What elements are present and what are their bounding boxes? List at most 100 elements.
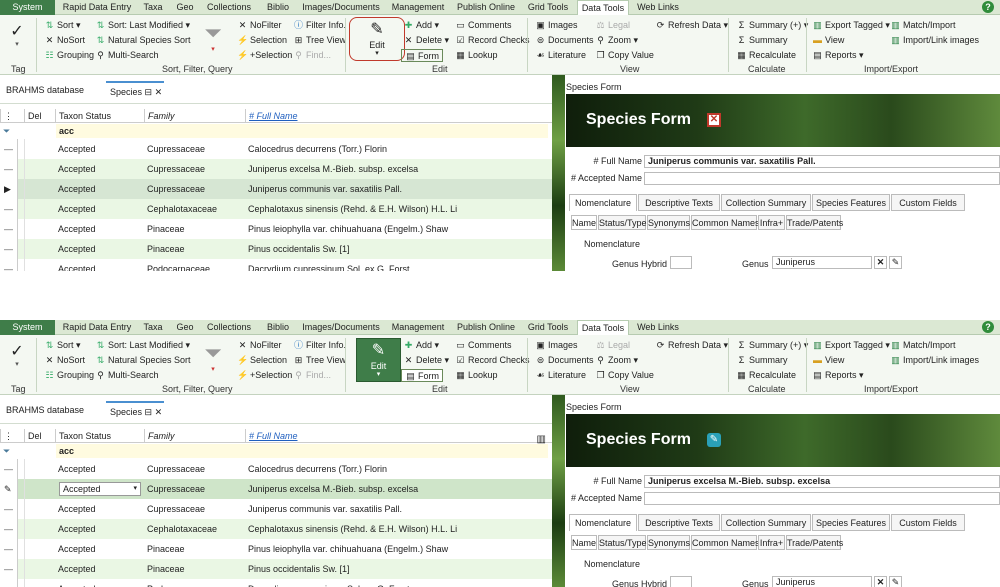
match-import-button[interactable]: ▥ Match/Import bbox=[890, 19, 955, 32]
del-cell[interactable] bbox=[24, 139, 55, 159]
close-icon[interactable]: ✕ bbox=[155, 407, 163, 417]
row-selector[interactable]: — bbox=[0, 139, 18, 159]
find-button[interactable]: ⚲ Find... bbox=[293, 369, 331, 382]
tab-brahms-database[interactable]: BRAHMS database bbox=[6, 81, 84, 99]
del-cell[interactable] bbox=[24, 579, 55, 587]
form-tab-collection-summary[interactable]: Collection Summary bbox=[721, 194, 811, 211]
form-button[interactable]: ▤ Form bbox=[401, 369, 443, 382]
taxon-status-cell[interactable]: Accepted bbox=[55, 139, 144, 159]
tab-grid-tools[interactable]: Grid Tools bbox=[524, 0, 572, 15]
family-cell[interactable]: Cupressaceae bbox=[144, 159, 245, 179]
table-row[interactable]: ▶ Accepted Cupressaceae Juniperus communis … bbox=[0, 179, 552, 199]
row-selector[interactable]: — bbox=[0, 219, 18, 239]
header-taxon-status[interactable]: Taxon Status bbox=[55, 429, 144, 443]
tab-publish-online[interactable]: Publish Online bbox=[454, 320, 518, 335]
table-row[interactable]: — Accepted Cupressaceae Juniperus excelsa M… bbox=[0, 159, 552, 179]
form-subtab-status-type[interactable]: Status/Type bbox=[598, 535, 647, 550]
del-cell[interactable] bbox=[24, 559, 55, 579]
tab-management[interactable]: Management bbox=[388, 320, 448, 335]
literature-button[interactable]: ☙ Literature bbox=[535, 369, 586, 382]
genus-field[interactable]: Juniperus bbox=[772, 576, 872, 587]
nofilter-button[interactable]: ✕ NoFilter bbox=[237, 19, 282, 32]
tab-taxa[interactable]: Taxa bbox=[138, 320, 168, 335]
view-button[interactable]: ▬ View bbox=[812, 34, 844, 47]
form-tab-species-features[interactable]: Species Features bbox=[812, 194, 890, 211]
comments-button[interactable]: ▭ Comments bbox=[455, 339, 511, 352]
chevron-down-icon[interactable]: ▾ bbox=[133, 483, 137, 495]
tab-rapid-data-entry[interactable]: Rapid Data Entry bbox=[62, 320, 132, 335]
tab-system[interactable]: System bbox=[0, 320, 55, 335]
family-cell[interactable]: Cupressaceae bbox=[144, 479, 245, 499]
table-row[interactable]: — AcceptedPodocarpaceaeDacrydium cupressi… bbox=[0, 579, 552, 587]
taxon-status-cell[interactable]: Accepted bbox=[55, 459, 144, 479]
taxon-status-cell[interactable]: Accepted bbox=[55, 159, 144, 179]
tab-images-documents[interactable]: Images/Documents bbox=[300, 320, 382, 335]
taxon-status-cell[interactable]: Accepted bbox=[55, 239, 144, 259]
full-name-cell[interactable]: Pinus occidentalis Sw. [1] bbox=[245, 239, 550, 259]
taxon-status-cell[interactable]: Accepted ▾ bbox=[55, 479, 144, 499]
nosort-button[interactable]: ✕ NoSort bbox=[44, 34, 85, 47]
grouping-button[interactable]: ☷ Grouping bbox=[44, 49, 94, 62]
form-subtab-infra-[interactable]: Infra+ bbox=[758, 535, 785, 550]
full-name-cell[interactable]: Pinus occidentalis Sw. [1] bbox=[245, 559, 550, 579]
lookup-button[interactable]: ▦ Lookup bbox=[455, 49, 497, 62]
table-row[interactable]: — Accepted Cupressaceae Calocedrus decurren… bbox=[0, 139, 552, 159]
tab-brahms-database[interactable]: BRAHMS database bbox=[6, 401, 84, 419]
sort-button[interactable]: ⇅ Sort ▾ bbox=[44, 19, 81, 32]
header-family[interactable]: Family bbox=[144, 109, 245, 123]
multi-search-button[interactable]: ⚲ Multi-Search bbox=[95, 369, 158, 382]
import-link-images-button[interactable]: ▥ Import/Link images bbox=[890, 34, 979, 47]
export-tagged-button[interactable]: ▥ Export Tagged ▾ bbox=[812, 19, 890, 32]
edit-button[interactable]: ✎ Edit ▾ bbox=[349, 17, 405, 61]
taxon-status-cell[interactable]: Accepted bbox=[55, 559, 144, 579]
del-cell[interactable] bbox=[24, 519, 55, 539]
form-subtab-synonyms[interactable]: Synonyms bbox=[647, 535, 690, 550]
add-button[interactable]: ✚ Add ▾ bbox=[403, 339, 439, 352]
family-cell[interactable]: Podocarpaceae bbox=[144, 259, 245, 271]
tab-taxa[interactable]: Taxa bbox=[138, 0, 168, 15]
summary-button[interactable]: Σ Summary bbox=[736, 34, 788, 47]
full-name-cell[interactable]: Dacrydium cupressinum Sol. ex G. Forst. bbox=[245, 259, 550, 271]
edit-genus-icon[interactable]: ✎ bbox=[889, 256, 902, 269]
tab-rapid-data-entry[interactable]: Rapid Data Entry bbox=[62, 0, 132, 15]
tab-system[interactable]: System bbox=[0, 0, 55, 15]
full-name-field[interactable]: Juniperus excelsa M.-Bieb. subsp. excels… bbox=[644, 475, 1000, 488]
status-filter-input[interactable]: acc bbox=[56, 444, 548, 458]
table-row[interactable]: — Accepted Pinaceae Pinus leiophylla var. c… bbox=[0, 539, 552, 559]
match-import-button[interactable]: ▥ Match/Import bbox=[890, 339, 955, 352]
del-cell[interactable] bbox=[24, 239, 55, 259]
row-selector[interactable]: — bbox=[0, 559, 18, 579]
form-button[interactable]: ▤ Form bbox=[401, 49, 443, 62]
tab-collections[interactable]: Collections bbox=[203, 0, 255, 15]
del-cell[interactable] bbox=[24, 199, 55, 219]
family-cell[interactable]: Pinaceae bbox=[144, 559, 245, 579]
documents-button[interactable]: ⊜ Documents bbox=[535, 354, 594, 367]
refresh-data-button[interactable]: ⟳ Refresh Data ▾ bbox=[655, 339, 728, 352]
header-family[interactable]: Family bbox=[144, 429, 245, 443]
row-selector[interactable]: — bbox=[0, 539, 18, 559]
tab-images-documents[interactable]: Images/Documents bbox=[300, 0, 382, 15]
family-cell[interactable]: Cupressaceae bbox=[144, 459, 245, 479]
family-cell[interactable]: Cupressaceae bbox=[144, 499, 245, 519]
full-name-cell[interactable]: Cephalotaxus sinensis (Rehd. & E.H. Wils… bbox=[245, 199, 550, 219]
form-subtab-common-names[interactable]: Common Names bbox=[691, 215, 760, 230]
tab-species[interactable]: Species ⊟ ✕ bbox=[106, 401, 164, 419]
tab-biblio[interactable]: Biblio bbox=[262, 320, 294, 335]
legal-button[interactable]: ⚖ Legal bbox=[595, 19, 630, 32]
copy-value-button[interactable]: ❐ Copy Value bbox=[595, 369, 653, 382]
help-icon[interactable]: ? bbox=[982, 1, 994, 13]
filter-button[interactable]: ⏷ ▾ bbox=[200, 21, 226, 54]
sort-last-modified-button[interactable]: ⇅ Sort: Last Modified ▾ bbox=[95, 339, 190, 352]
tab-management[interactable]: Management bbox=[388, 0, 448, 15]
literature-button[interactable]: ☙ Literature bbox=[535, 49, 586, 62]
taxon-status-cell[interactable]: Accepted bbox=[55, 579, 144, 587]
form-tab-nomenclature[interactable]: Nomenclature bbox=[569, 194, 637, 211]
form-subtab-trade-patents[interactable]: Trade/Patents bbox=[786, 215, 843, 230]
accepted-name-field[interactable] bbox=[644, 172, 1000, 185]
full-name-cell[interactable]: Cephalotaxus sinensis (Rehd. & E.H. Wils… bbox=[245, 519, 550, 539]
accepted-name-field[interactable] bbox=[644, 492, 1000, 505]
del-cell[interactable] bbox=[24, 479, 55, 499]
clear-genus-icon[interactable]: ✕ bbox=[874, 256, 887, 269]
table-row[interactable]: ✎ Accepted ▾ Cupressaceae Juniperus excelsa … bbox=[0, 479, 552, 499]
pin-icon[interactable]: ⊟ bbox=[145, 87, 153, 97]
